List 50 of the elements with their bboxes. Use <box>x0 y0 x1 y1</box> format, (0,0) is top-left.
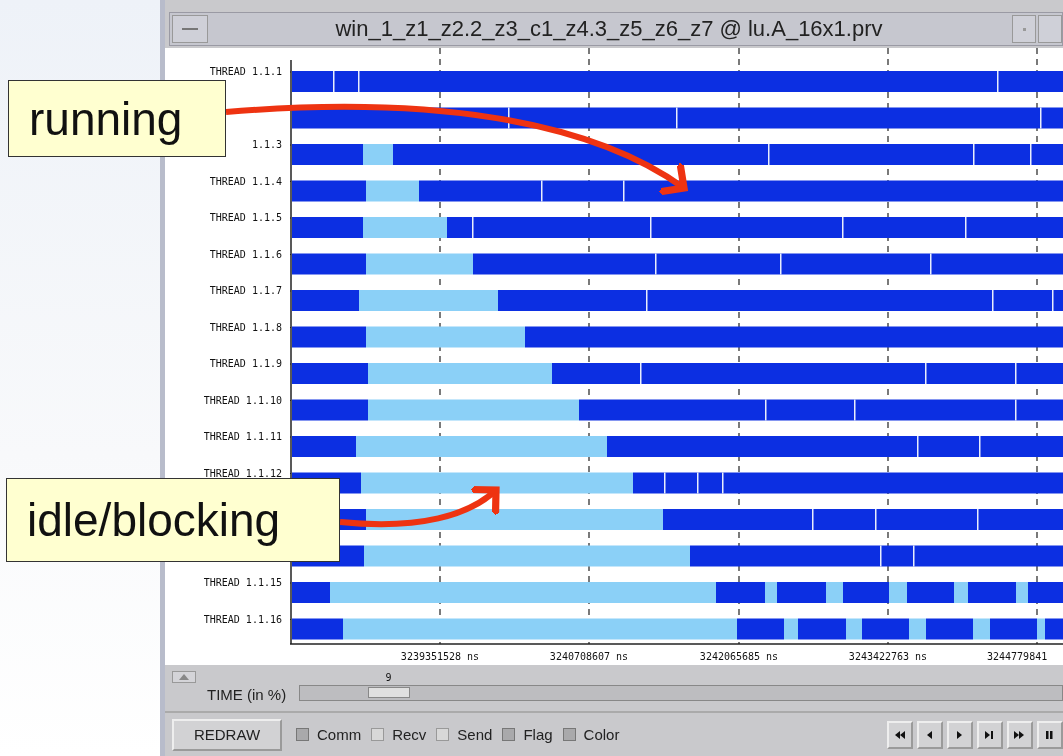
pause-icon <box>1044 729 1056 740</box>
row-label: THREAD 1.1.8 <box>209 320 282 335</box>
tick-label: 3242065685 ns <box>699 651 779 662</box>
window-title: win_1_z1_z2.2_z3_c1_z4.3_z5_z6_z7 @ lu.A_16x1.prv <box>334 16 884 42</box>
media-button[interactable] <box>887 720 913 749</box>
maximize-button[interactable] <box>1038 15 1062 43</box>
callout-label: running <box>8 80 226 157</box>
row-label: THREAD 1.1.15 <box>203 576 282 590</box>
row-label: THREAD 1.1.6 <box>209 247 282 262</box>
checkbox[interactable] <box>502 728 516 741</box>
fast-forward-icon <box>1014 729 1026 740</box>
scroll-up-button[interactable] <box>172 671 196 683</box>
row-label: THREAD 1.1.9 <box>209 357 282 371</box>
checkbox-label: Send <box>457 726 493 743</box>
media-button[interactable] <box>1007 720 1033 749</box>
checkbox[interactable] <box>562 728 576 741</box>
tick-label: 3239351528 ns <box>400 651 480 662</box>
checkbox[interactable] <box>436 728 450 741</box>
up-arrow-icon <box>179 674 189 680</box>
window-button[interactable] <box>1012 15 1036 43</box>
media-button[interactable] <box>977 720 1003 749</box>
rewind-icon <box>894 729 906 740</box>
step-forward-icon <box>984 729 996 740</box>
checkbox-label: Flag <box>523 726 553 743</box>
slider-label: TIME (in %) <box>207 686 288 703</box>
slider-value: 9 <box>385 672 392 683</box>
row-label: THREAD 1.1.10 <box>203 393 282 408</box>
media-button[interactable] <box>947 720 973 749</box>
row-label: THREAD 1.1.4 <box>209 174 282 189</box>
row-label: THREAD 1.1.5 <box>209 211 282 225</box>
checkbox-label: Comm <box>317 726 362 743</box>
tick-label: 3243422763 ns <box>848 651 928 662</box>
row-label: 1.1.3 <box>251 138 282 152</box>
row-label: THREAD 1.1.1 <box>209 65 282 79</box>
media-button[interactable] <box>1037 720 1063 749</box>
tick-label: 3244779841 <box>987 651 1048 662</box>
media-button[interactable] <box>917 720 943 749</box>
callout-label: idle/blocking <box>6 478 340 562</box>
row-label: THREAD 1.1.12 <box>203 466 282 481</box>
slider-thumb[interactable] <box>368 687 411 698</box>
checkbox[interactable] <box>296 728 309 741</box>
checkbox[interactable] <box>371 728 385 741</box>
checkbox-label: Recv <box>392 726 427 743</box>
redraw-button[interactable]: REDRAW <box>172 718 282 751</box>
minimize-button[interactable] <box>172 15 208 43</box>
row-label: THREAD 1.1.11 <box>203 430 282 444</box>
tick-label: 3240708607 ns <box>549 651 629 662</box>
checkbox-label: Color <box>583 726 620 743</box>
row-label: THREAD 1.1.16 <box>203 612 282 627</box>
row-label: THREAD 1.1.7 <box>209 284 282 298</box>
